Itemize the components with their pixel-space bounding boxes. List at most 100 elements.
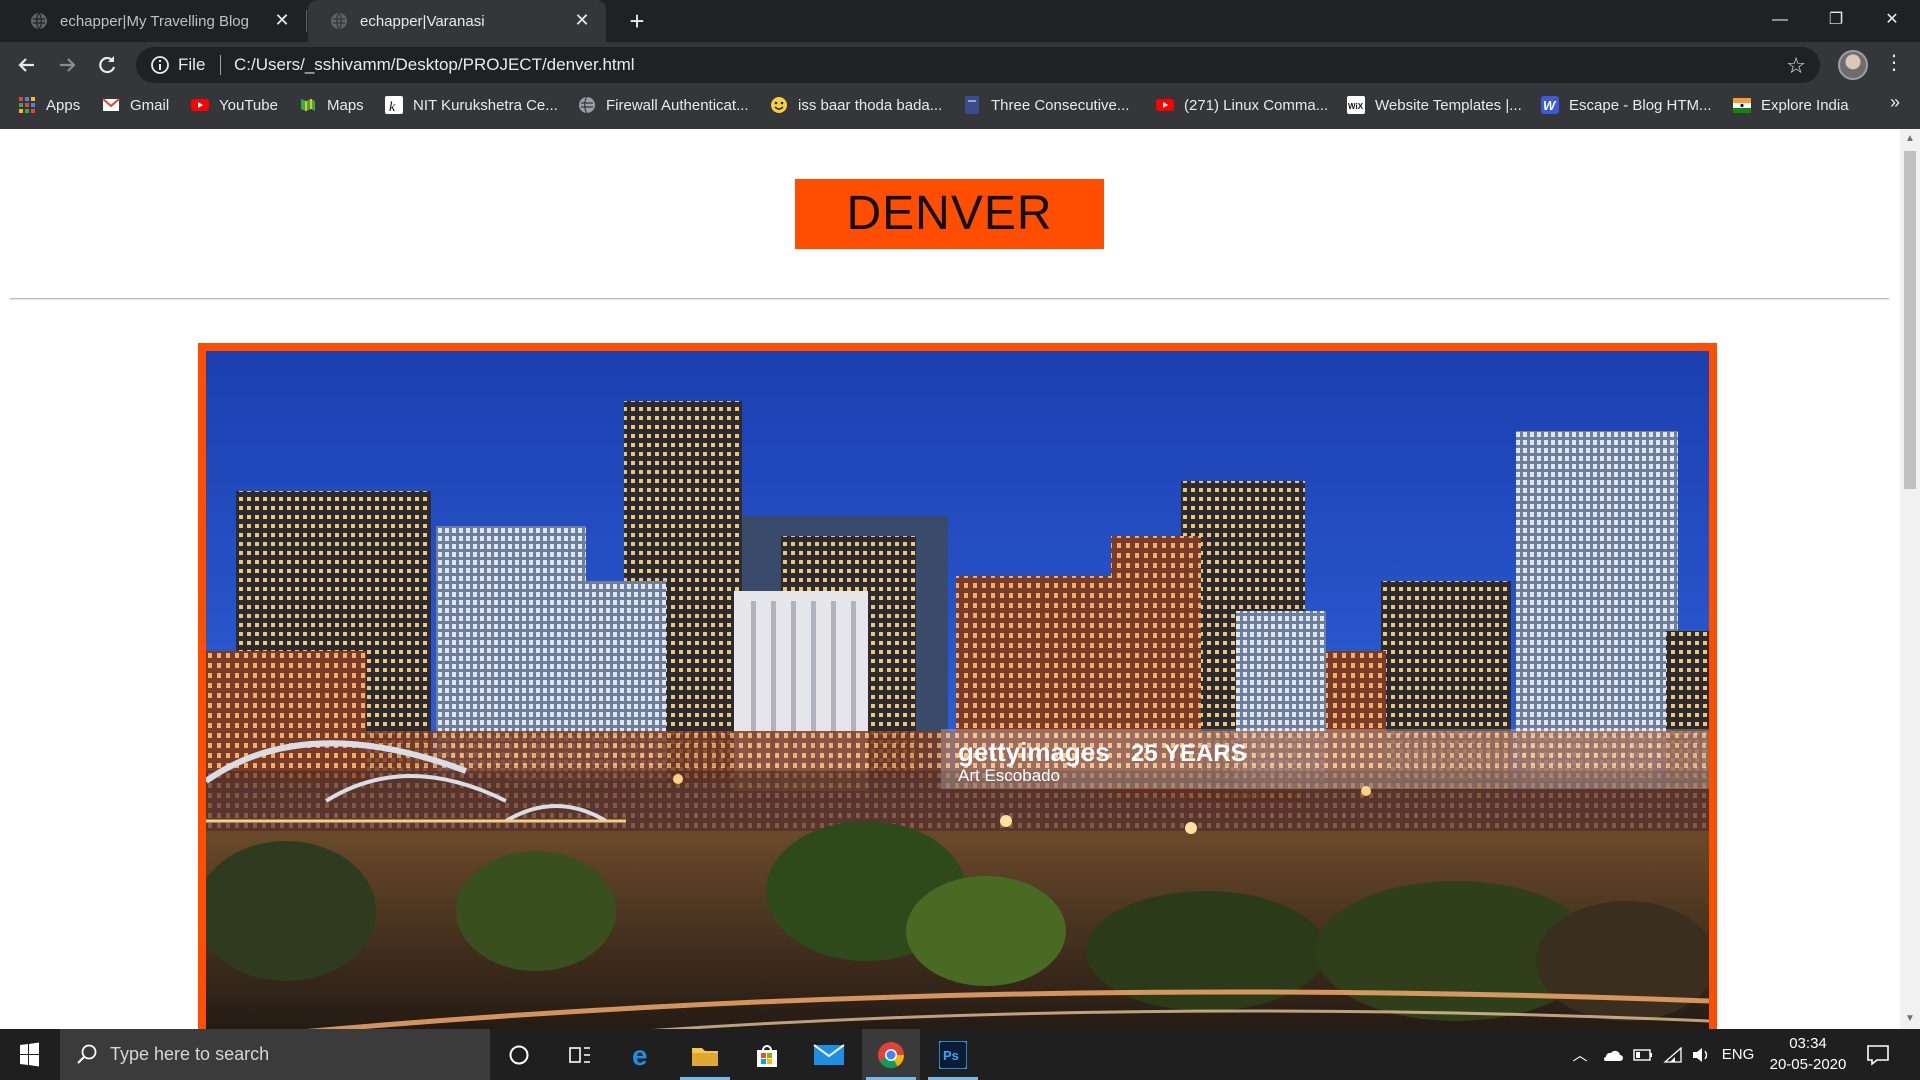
horizontal-rule — [10, 298, 1889, 300]
bookmark-label: Website Templates |... — [1375, 96, 1522, 114]
tab-divider — [306, 10, 307, 32]
bookmark-label: iss baar thoda bada... — [798, 96, 943, 114]
globe-icon — [331, 12, 347, 30]
globe-icon — [31, 12, 47, 30]
windows-taskbar: Type here to search e Ps ︿ ENG 03:34 20-… — [0, 1029, 1920, 1080]
bookmark-label: Explore India — [1761, 96, 1849, 114]
address-bar[interactable]: File C:/Users/_sshivamm/Desktop/PROJECT/… — [136, 47, 1820, 83]
wix-icon: WiX — [1347, 96, 1365, 114]
globe-icon — [579, 96, 595, 114]
nit-icon: k — [385, 96, 403, 114]
bookmark-explore-india[interactable]: Explore India — [1733, 88, 1849, 122]
watermark-badge: 25 YEARS — [1131, 740, 1247, 767]
windows-start-icon[interactable] — [0, 1029, 58, 1080]
taskbar-search-box[interactable]: Type here to search — [60, 1029, 490, 1080]
cortana-icon[interactable] — [490, 1029, 548, 1080]
svg-text:WiX: WiX — [1348, 102, 1364, 111]
url-scheme-label: File — [178, 55, 206, 74]
file-explorer-icon[interactable] — [676, 1029, 734, 1080]
wifi-icon[interactable] — [1660, 1029, 1686, 1080]
taskbar-clock[interactable]: 03:34 20-05-2020 — [1760, 1033, 1856, 1075]
url-divider — [220, 55, 221, 75]
volume-icon[interactable] — [1688, 1029, 1714, 1080]
page-viewport: DENVER gettyimages 25 YEARS Art Escobado — [0, 129, 1900, 1029]
tab-title: echapper|My Travelling Blog — [60, 12, 249, 30]
bookmark-label: (271) Linux Comma... — [1184, 96, 1329, 114]
w-icon: W — [1541, 96, 1559, 114]
bookmark-firewall[interactable]: Firewall Authenticat... — [578, 88, 749, 122]
mail-icon[interactable] — [800, 1029, 858, 1080]
close-window-button[interactable]: ✕ — [1864, 0, 1920, 40]
svg-text:e: e — [632, 1041, 648, 1069]
chrome-icon[interactable] — [862, 1029, 920, 1080]
vertical-scrollbar[interactable]: ▲ ▼ — [1900, 129, 1920, 1029]
bookmark-escape-blog[interactable]: W Escape - Blog HTM... — [1541, 88, 1712, 122]
bookmark-label: NIT Kurukshetra Ce... — [413, 96, 558, 114]
watermark-credit: Art Escobado — [958, 766, 1060, 785]
page-title: DENVER — [795, 179, 1104, 249]
svg-text:W: W — [1543, 98, 1557, 113]
menu-dots-icon[interactable]: ⋮ — [1884, 50, 1904, 75]
bookmark-label: Apps — [46, 96, 81, 114]
url-text[interactable]: C:/Users/_sshivamm/Desktop/PROJECT/denve… — [234, 55, 635, 75]
svg-text:Ps: Ps — [943, 1048, 959, 1063]
close-icon[interactable]: ✕ — [572, 10, 592, 30]
show-hidden-icons-chevron-icon[interactable]: ︿ — [1568, 1029, 1592, 1080]
search-icon — [77, 1044, 97, 1064]
scroll-thumb[interactable] — [1904, 151, 1916, 489]
photoshop-icon[interactable]: Ps — [924, 1029, 982, 1080]
smiley-icon — [771, 97, 787, 113]
action-center-icon[interactable] — [1864, 1041, 1892, 1069]
photo-frame: gettyimages 25 YEARS Art Escobado — [198, 343, 1717, 1029]
reload-icon[interactable] — [92, 50, 122, 80]
gmail-icon — [102, 98, 120, 111]
bookmark-label: YouTube — [219, 96, 278, 114]
back-arrow-icon[interactable] — [12, 50, 42, 80]
bookmarks-overflow-button[interactable]: » — [1890, 92, 1900, 113]
tab-varanasi[interactable]: echapper|Varanasi ✕ — [308, 0, 606, 42]
tab-strip: echapper|My Travelling Blog ✕ echapper|V… — [0, 0, 1920, 42]
bookmark-linux-commands[interactable]: (271) Linux Comma... — [1156, 88, 1328, 122]
store-icon[interactable] — [738, 1029, 796, 1080]
edge-icon[interactable]: e — [614, 1029, 672, 1080]
india-flag-icon — [1733, 98, 1751, 113]
apps-grid-icon — [19, 97, 35, 113]
close-icon[interactable]: ✕ — [272, 10, 292, 30]
language-indicator[interactable]: ENG — [1718, 1029, 1758, 1080]
page-icon — [965, 96, 979, 114]
bookmark-label: Maps — [327, 96, 364, 114]
bookmark-label: Firewall Authenticat... — [606, 96, 749, 114]
onedrive-cloud-icon[interactable] — [1598, 1029, 1626, 1080]
forward-arrow-icon[interactable] — [52, 50, 82, 80]
bookmark-label: Gmail — [130, 96, 170, 114]
battery-icon[interactable] — [1630, 1029, 1656, 1080]
bookmark-iss-baar[interactable]: iss baar thoda bada... — [770, 88, 942, 122]
bookmark-three-consecutive[interactable]: Three Consecutive... — [963, 88, 1129, 122]
info-icon[interactable] — [150, 55, 170, 75]
profile-avatar[interactable] — [1838, 50, 1868, 80]
skyline-illustration: gettyimages 25 YEARS Art Escobado — [206, 351, 1709, 1029]
task-view-icon[interactable] — [551, 1029, 609, 1080]
youtube-icon — [191, 99, 209, 111]
bookmark-nit-kurukshetra[interactable]: k NIT Kurukshetra Ce... — [385, 88, 558, 122]
bookmark-star-icon[interactable]: ☆ — [1786, 53, 1806, 79]
bookmark-apps[interactable]: Apps — [18, 88, 80, 122]
bookmark-website-templates[interactable]: WiX Website Templates |... — [1347, 88, 1522, 122]
scroll-up-arrow-icon[interactable]: ▲ — [1900, 133, 1920, 145]
browser-chrome: echapper|My Travelling Blog ✕ echapper|V… — [0, 0, 1920, 129]
browser-toolbar: File C:/Users/_sshivamm/Desktop/PROJECT/… — [0, 42, 1920, 88]
bookmarks-bar: Apps Gmail YouTube Maps k NIT Kurukshetr… — [0, 88, 1920, 129]
bookmark-youtube[interactable]: YouTube — [191, 88, 278, 122]
bookmark-maps[interactable]: Maps — [299, 88, 364, 122]
scroll-down-arrow-icon[interactable]: ▼ — [1900, 1013, 1920, 1025]
bookmark-label: Three Consecutive... — [991, 96, 1130, 114]
minimize-button[interactable]: — — [1752, 0, 1808, 40]
maps-icon — [301, 99, 315, 111]
tab-title: echapper|Varanasi — [360, 12, 485, 30]
search-placeholder: Type here to search — [110, 1044, 270, 1064]
tab-my-travelling-blog[interactable]: echapper|My Travelling Blog ✕ — [8, 0, 306, 42]
new-tab-button[interactable]: + — [622, 6, 652, 36]
restore-button[interactable]: ❐ — [1808, 0, 1864, 40]
bookmark-gmail[interactable]: Gmail — [102, 88, 169, 122]
youtube-icon — [1156, 99, 1174, 111]
